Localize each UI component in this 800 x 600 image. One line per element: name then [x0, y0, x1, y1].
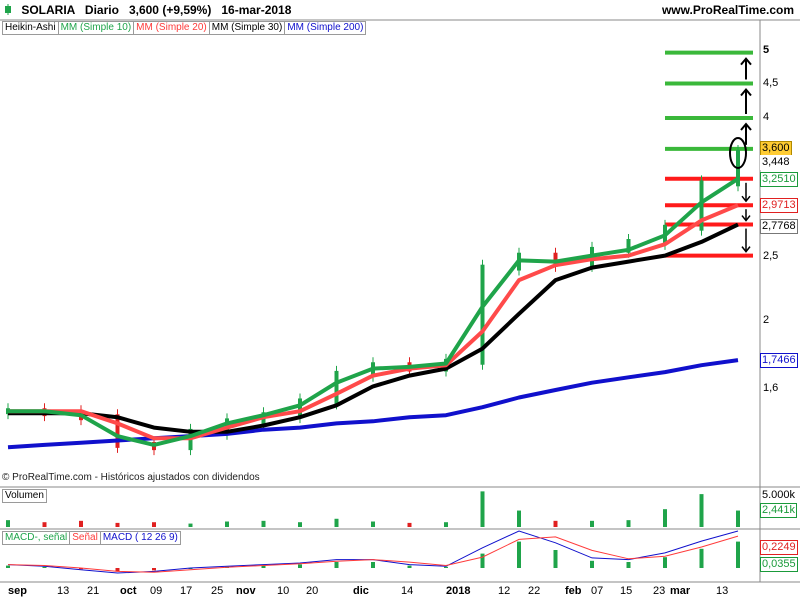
price-tick-1-6: 1,6: [763, 382, 779, 394]
x-tick-23: 23: [653, 585, 666, 597]
macd-histogram-bar: [298, 564, 302, 568]
x-tick-17: 17: [180, 585, 193, 597]
volume-title[interactable]: Volumen: [2, 489, 47, 503]
x-tick-14: 14: [401, 585, 414, 597]
macd-histogram-bar: [6, 565, 10, 568]
ma30-badge: 2,7768: [760, 219, 798, 234]
x-tick-13: 13: [57, 585, 70, 597]
price-tick-2: 2: [763, 314, 770, 326]
price-tick-4-5: 4,5: [763, 77, 779, 89]
x-tick-12: 12: [498, 585, 511, 597]
price-chart[interactable]: [0, 0, 800, 600]
volume-bar: [188, 523, 193, 527]
x-tick-09: 09: [150, 585, 163, 597]
volume-bar: [371, 521, 375, 527]
macd-histogram-bar: [626, 562, 631, 568]
volume-tick-5000k: 5.000k: [762, 489, 796, 501]
volume-bar: [517, 510, 521, 527]
x-tick-2018: 2018: [446, 585, 471, 597]
volume-bar: [42, 522, 47, 527]
macd-legend-macd[interactable]: MACD ( 12 26 9): [99, 531, 181, 545]
volume-badge: 2,441k: [760, 503, 798, 518]
volume-bar: [6, 520, 10, 527]
ma10-badge: 3,2510: [760, 172, 798, 187]
heikin-close-badge: 3,448: [760, 155, 792, 170]
volume-bar: [261, 520, 266, 527]
volume-bar: [590, 520, 594, 527]
macd-legend-signal[interactable]: Señal: [69, 531, 101, 545]
x-tick-mar: mar: [670, 585, 691, 597]
volume-bar: [225, 521, 229, 527]
x-tick-15: 15: [620, 585, 633, 597]
heikin-ashi-candle: [334, 370, 339, 405]
x-tick-22: 22: [528, 585, 541, 597]
price-tick-5: 5: [763, 44, 770, 56]
volume-bar: [79, 520, 83, 527]
volume-bar: [152, 522, 156, 527]
macd-histogram-bar: [736, 541, 740, 568]
volume-bar: [298, 522, 302, 527]
x-tick-oct: oct: [120, 585, 137, 597]
x-tick-feb: feb: [565, 585, 582, 597]
macd-signal-badge: 0,2249: [760, 540, 798, 555]
macd-histogram-bar: [553, 550, 558, 568]
x-tick-dic: dic: [353, 585, 369, 597]
volume-bar: [334, 518, 339, 527]
x-tick-sep: sep: [8, 585, 27, 597]
volume-bar: [480, 491, 485, 527]
macd-histogram-bar: [590, 560, 594, 568]
volume-bar: [736, 510, 740, 527]
data-credit: © ProRealTime.com - Históricos ajustados…: [2, 472, 260, 483]
macd-legend: MACD-, señal Señal MACD ( 12 26 9): [2, 531, 181, 545]
ma20-badge: 2,9713: [760, 198, 798, 213]
x-tick-10: 10: [277, 585, 290, 597]
macd-histogram-bar: [334, 562, 339, 568]
x-tick-07: 07: [591, 585, 604, 597]
x-tick-nov: nov: [236, 585, 256, 597]
volume-bar: [115, 522, 120, 527]
volume-bar: [553, 520, 558, 527]
ma10-line: [8, 177, 740, 447]
macd-histogram-bar: [152, 568, 156, 571]
volume-bar: [699, 494, 704, 527]
macd-histogram-bar: [371, 562, 375, 568]
ma200-badge: 1,7466: [760, 353, 798, 368]
macd-histogram-bar: [699, 548, 704, 568]
macd-histogram-bar: [444, 566, 448, 568]
x-tick-20: 20: [306, 585, 319, 597]
macd-histogram-bar: [480, 553, 485, 568]
volume-bar: [444, 522, 448, 527]
x-tick-21: 21: [87, 585, 100, 597]
macd-histogram-bar: [42, 566, 47, 568]
macd-histogram-bar: [663, 557, 667, 568]
macd-histogram-bar: [517, 541, 521, 568]
volume-bar: [407, 522, 412, 527]
macd-hist-badge: 0,0355: [760, 557, 798, 572]
macd-histogram-bar: [407, 565, 412, 568]
volume-bar: [663, 509, 667, 527]
x-tick-13b: 13: [716, 585, 729, 597]
last-price-badge: 3,600: [760, 141, 792, 156]
macd-legend-hist[interactable]: MACD-, señal: [2, 531, 71, 545]
price-tick-2-5: 2,5: [763, 250, 779, 262]
x-tick-25: 25: [211, 585, 224, 597]
price-tick-4: 4: [763, 111, 770, 123]
volume-bar: [626, 520, 631, 527]
